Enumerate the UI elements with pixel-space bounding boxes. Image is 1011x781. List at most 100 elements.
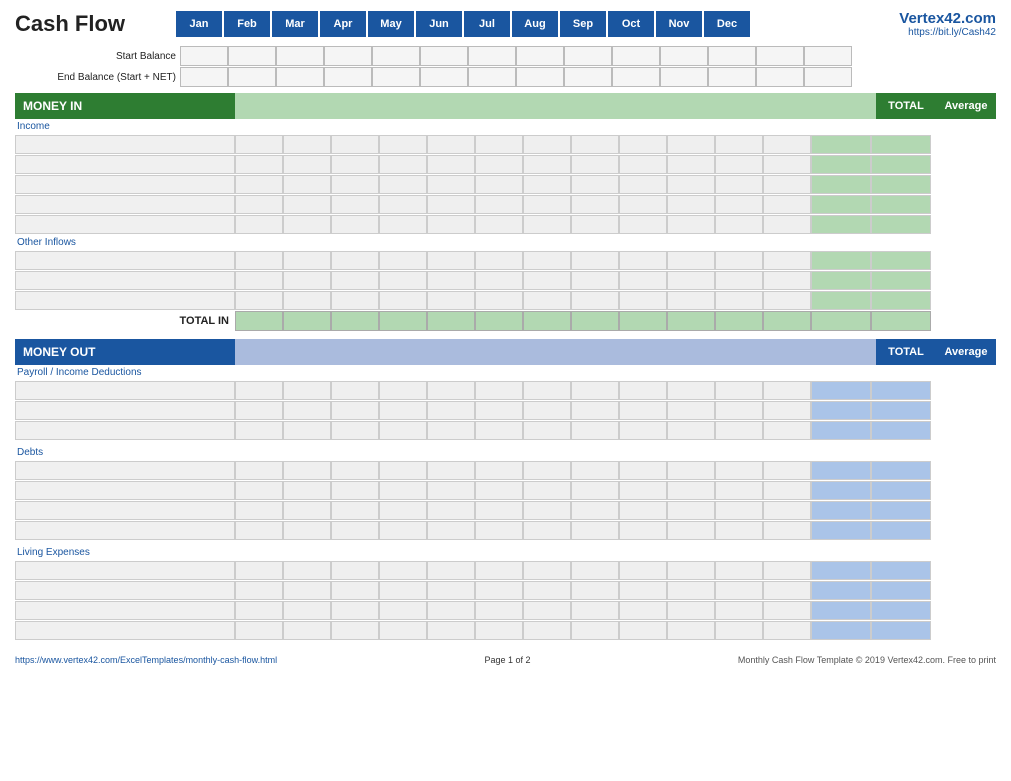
data-cell[interactable] — [475, 291, 523, 310]
data-cell[interactable] — [235, 251, 283, 270]
data-cell[interactable] — [379, 291, 427, 310]
total-cell[interactable] — [811, 251, 871, 270]
data-cell[interactable] — [427, 461, 475, 480]
row-label-cell[interactable] — [15, 195, 235, 214]
data-cell[interactable] — [283, 621, 331, 640]
row-label-cell[interactable] — [15, 421, 235, 440]
row-label-cell[interactable] — [15, 381, 235, 400]
balance-cell[interactable] — [756, 67, 804, 87]
data-cell[interactable] — [379, 155, 427, 174]
row-label-cell[interactable] — [15, 135, 235, 154]
data-cell[interactable] — [571, 271, 619, 290]
month-tab-may[interactable]: May — [367, 10, 415, 38]
data-cell[interactable] — [427, 421, 475, 440]
data-cell[interactable] — [475, 421, 523, 440]
month-tab-apr[interactable]: Apr — [319, 10, 367, 38]
month-tab-dec[interactable]: Dec — [703, 10, 751, 38]
data-cell[interactable] — [379, 601, 427, 620]
avg-cell[interactable] — [871, 581, 931, 600]
data-cell[interactable] — [331, 521, 379, 540]
total-cell[interactable] — [811, 481, 871, 500]
data-cell[interactable] — [571, 481, 619, 500]
data-cell[interactable] — [619, 581, 667, 600]
avg-cell[interactable] — [871, 215, 931, 234]
data-cell[interactable] — [427, 621, 475, 640]
avg-cell[interactable] — [871, 501, 931, 520]
data-cell[interactable] — [475, 581, 523, 600]
balance-cell[interactable] — [468, 46, 516, 66]
data-cell[interactable] — [667, 521, 715, 540]
data-cell[interactable] — [715, 135, 763, 154]
data-cell[interactable] — [667, 271, 715, 290]
data-cell[interactable] — [715, 621, 763, 640]
row-label-cell[interactable] — [15, 581, 235, 600]
data-cell[interactable] — [283, 215, 331, 234]
total-cell[interactable] — [811, 291, 871, 310]
data-cell[interactable] — [523, 481, 571, 500]
balance-cell[interactable] — [804, 46, 852, 66]
data-cell[interactable] — [667, 561, 715, 580]
data-cell[interactable] — [619, 381, 667, 400]
data-cell[interactable] — [427, 135, 475, 154]
data-cell[interactable] — [283, 421, 331, 440]
data-cell[interactable] — [715, 215, 763, 234]
data-cell[interactable] — [667, 155, 715, 174]
data-cell[interactable] — [523, 291, 571, 310]
data-cell[interactable] — [427, 215, 475, 234]
data-cell[interactable] — [475, 135, 523, 154]
data-cell[interactable] — [283, 461, 331, 480]
data-cell[interactable] — [235, 271, 283, 290]
data-cell[interactable] — [715, 251, 763, 270]
data-cell[interactable] — [667, 461, 715, 480]
data-cell[interactable] — [427, 501, 475, 520]
balance-cell[interactable] — [420, 67, 468, 87]
data-cell[interactable] — [379, 215, 427, 234]
balance-cell[interactable] — [564, 46, 612, 66]
data-cell[interactable] — [283, 291, 331, 310]
data-cell[interactable] — [475, 501, 523, 520]
data-cell[interactable] — [619, 521, 667, 540]
total-cell[interactable] — [811, 215, 871, 234]
balance-cell[interactable] — [228, 46, 276, 66]
month-tab-jun[interactable]: Jun — [415, 10, 463, 38]
row-label-cell[interactable] — [15, 521, 235, 540]
row-label-cell[interactable] — [15, 175, 235, 194]
total-cell[interactable] — [811, 461, 871, 480]
avg-cell[interactable] — [871, 195, 931, 214]
data-cell[interactable] — [667, 195, 715, 214]
data-cell[interactable] — [763, 561, 811, 580]
total-cell[interactable] — [811, 421, 871, 440]
data-cell[interactable] — [475, 521, 523, 540]
avg-cell[interactable] — [871, 271, 931, 290]
data-cell[interactable] — [715, 195, 763, 214]
data-cell[interactable] — [619, 421, 667, 440]
data-cell[interactable] — [571, 135, 619, 154]
balance-cell[interactable] — [612, 46, 660, 66]
data-cell[interactable] — [235, 461, 283, 480]
avg-cell[interactable] — [871, 291, 931, 310]
data-cell[interactable] — [571, 461, 619, 480]
data-cell[interactable] — [283, 155, 331, 174]
data-cell[interactable] — [283, 481, 331, 500]
data-cell[interactable] — [379, 561, 427, 580]
data-cell[interactable] — [763, 175, 811, 194]
avg-cell[interactable] — [871, 175, 931, 194]
data-cell[interactable] — [331, 195, 379, 214]
balance-cell[interactable] — [180, 67, 228, 87]
data-cell[interactable] — [475, 175, 523, 194]
row-label-cell[interactable] — [15, 501, 235, 520]
data-cell[interactable] — [283, 381, 331, 400]
avg-cell[interactable] — [871, 521, 931, 540]
month-tab-oct[interactable]: Oct — [607, 10, 655, 38]
data-cell[interactable] — [571, 155, 619, 174]
total-cell[interactable] — [811, 135, 871, 154]
data-cell[interactable] — [523, 381, 571, 400]
data-cell[interactable] — [379, 481, 427, 500]
total-cell[interactable] — [811, 155, 871, 174]
month-tab-nov[interactable]: Nov — [655, 10, 703, 38]
total-cell[interactable] — [811, 401, 871, 420]
data-cell[interactable] — [331, 421, 379, 440]
data-cell[interactable] — [571, 401, 619, 420]
data-cell[interactable] — [715, 501, 763, 520]
data-cell[interactable] — [619, 621, 667, 640]
